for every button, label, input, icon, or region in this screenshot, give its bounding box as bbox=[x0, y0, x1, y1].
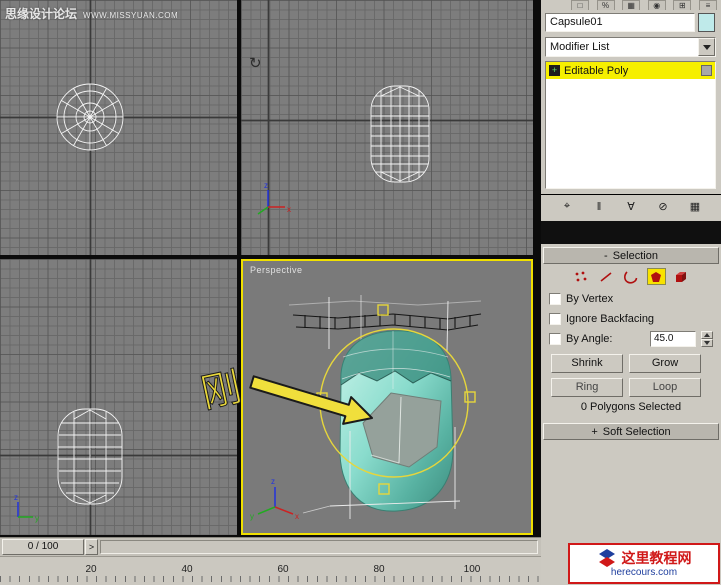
collapse-indicator: - bbox=[604, 249, 608, 262]
element-mode-icon[interactable] bbox=[672, 268, 691, 285]
ignore-backfacing-label: Ignore Backfacing bbox=[566, 313, 655, 325]
z-axis-label: z bbox=[14, 493, 18, 502]
angle-spinner bbox=[701, 331, 713, 347]
left-axis-tripod: z y bbox=[14, 493, 39, 523]
viewport-label: Perspective bbox=[250, 265, 303, 275]
capsule-front-wireframe bbox=[370, 85, 430, 183]
toolbar-icon[interactable]: ▦ bbox=[622, 0, 641, 10]
make-unique-icon[interactable]: ∀ bbox=[621, 198, 642, 215]
y-axis-label: y bbox=[35, 514, 39, 523]
viewport-front[interactable]: ↻ z x bbox=[241, 0, 533, 255]
y-axis-label: y bbox=[250, 512, 254, 521]
front-view-wireframe: ↻ z x bbox=[241, 0, 533, 255]
modifier-list-dropdown[interactable]: Modifier List bbox=[545, 37, 716, 57]
subobject-mode-row bbox=[541, 267, 721, 286]
capsule-left-wireframe bbox=[57, 408, 123, 505]
watermark-url: WWW.MISSYUAN.COM bbox=[83, 11, 179, 20]
next-frame-button[interactable]: > bbox=[85, 539, 98, 555]
stack-item-end-icon[interactable] bbox=[701, 65, 712, 76]
polygon-mode-icon[interactable] bbox=[646, 268, 666, 285]
toolbar-icon[interactable]: % bbox=[596, 0, 615, 10]
perspective-scene: z x y bbox=[250, 295, 482, 521]
object-color-swatch[interactable] bbox=[698, 13, 715, 32]
expand-indicator: + bbox=[591, 425, 598, 438]
stack-item-label: Editable Poly bbox=[564, 64, 629, 77]
stack-item-editable-poly[interactable]: + Editable Poly bbox=[546, 62, 715, 79]
object-name-row: Capsule01 bbox=[545, 13, 715, 32]
viewport-area: ↻ z x z y Perspective z x y 刚 bbox=[0, 0, 541, 537]
site-logo-title: 这里教程网 bbox=[621, 549, 692, 566]
ruler-label: 100 bbox=[463, 564, 481, 575]
rollout-title: Soft Selection bbox=[602, 425, 671, 438]
viewport-perspective[interactable]: Perspective z x y bbox=[241, 259, 533, 535]
configure-modifier-sets-icon[interactable]: ▦ bbox=[685, 198, 706, 215]
x-axis-label: x bbox=[287, 205, 291, 214]
3dsmax-window: ↻ z x z y Perspective z x y 刚 思缘设计论坛 WWW… bbox=[0, 0, 721, 585]
modifier-stack[interactable]: + Editable Poly bbox=[545, 61, 716, 189]
by-angle-checkbox[interactable] bbox=[549, 333, 561, 345]
angle-value-field[interactable]: 45.0 bbox=[650, 331, 696, 347]
x-axis-label: x bbox=[295, 512, 299, 521]
main-toolbar-fragment: □ % ▦ ◉ ⊞ ≡ bbox=[571, 0, 717, 10]
object-name-field[interactable]: Capsule01 bbox=[545, 13, 695, 32]
stack-toolbar: ⌖ ‖ ∀ ⊘ ▦ bbox=[541, 194, 721, 218]
ruler-label: 20 bbox=[85, 564, 97, 575]
selection-rollout-header[interactable]: - Selection bbox=[543, 247, 719, 264]
capsule-top-wireframe bbox=[56, 83, 124, 151]
ignore-backfacing-row: Ignore Backfacing bbox=[549, 311, 713, 327]
stack-expand-icon[interactable]: + bbox=[549, 65, 560, 76]
modifier-list-label: Modifier List bbox=[550, 41, 610, 53]
watermark-site: 思缘设计论坛 bbox=[5, 7, 78, 21]
chevron-down-icon[interactable] bbox=[698, 38, 715, 56]
time-slider-track[interactable] bbox=[100, 540, 538, 554]
viewport-left[interactable]: z y bbox=[0, 259, 237, 535]
show-end-result-icon[interactable]: ‖ bbox=[589, 198, 610, 215]
toolbar-icon[interactable]: ≡ bbox=[698, 0, 717, 10]
top-view-wireframe bbox=[0, 0, 237, 255]
time-slider: 0 / 100 > bbox=[0, 537, 541, 556]
by-vertex-row: By Vertex bbox=[549, 291, 713, 307]
vertex-mode-icon[interactable] bbox=[572, 268, 591, 285]
cage-top-black bbox=[292, 313, 482, 331]
spinner-up-icon[interactable] bbox=[701, 331, 713, 339]
toolbar-icon[interactable]: ◉ bbox=[647, 0, 666, 10]
site-logo-url: herecours.com bbox=[610, 567, 678, 578]
site-logo-icon bbox=[598, 549, 615, 567]
time-slider-handle[interactable]: 0 / 100 bbox=[2, 539, 84, 555]
grow-button[interactable]: Grow bbox=[629, 354, 701, 373]
spinner-down-icon[interactable] bbox=[701, 339, 713, 347]
edge-mode-icon[interactable] bbox=[597, 268, 616, 285]
selection-status: 0 Polygons Selected bbox=[580, 401, 682, 413]
soft-selection-rollout-header[interactable]: + Soft Selection bbox=[543, 423, 719, 440]
left-view-wireframe: z y bbox=[0, 259, 237, 535]
remove-modifier-icon[interactable]: ⊘ bbox=[653, 198, 674, 215]
command-panel: □ % ▦ ◉ ⊞ ≡ Capsule01 Modifier List + Ed… bbox=[541, 0, 721, 585]
perspective-axis-tripod: z x y bbox=[250, 477, 299, 521]
ruler-label: 40 bbox=[181, 564, 193, 575]
pin-stack-icon[interactable]: ⌖ bbox=[557, 198, 578, 215]
by-angle-label: By Angle: bbox=[566, 333, 613, 345]
arc-rotate-icon: ↻ bbox=[249, 55, 262, 72]
ruler-label: 80 bbox=[373, 564, 385, 575]
by-vertex-checkbox[interactable] bbox=[549, 293, 561, 305]
z-axis-label: z bbox=[271, 477, 275, 486]
toolbar-icon[interactable]: ⊞ bbox=[673, 0, 692, 10]
watermark: 思缘设计论坛 WWW.MISSYUAN.COM bbox=[5, 5, 178, 22]
ruler-label: 60 bbox=[277, 564, 289, 575]
ring-button[interactable]: Ring bbox=[551, 378, 623, 397]
toolbar-icon[interactable]: □ bbox=[571, 0, 589, 10]
z-axis-label: z bbox=[264, 181, 268, 190]
loop-button[interactable]: Loop bbox=[629, 378, 701, 397]
track-bar[interactable]: 20 40 60 80 100 bbox=[0, 556, 541, 585]
ignore-backfacing-checkbox[interactable] bbox=[549, 313, 561, 325]
tutorial-site-logo: 这里教程网 herecours.com bbox=[568, 543, 720, 584]
by-angle-row: By Angle: 45.0 bbox=[549, 331, 713, 347]
viewport-top[interactable] bbox=[0, 0, 237, 255]
rollout-title: Selection bbox=[612, 249, 658, 262]
border-mode-icon[interactable] bbox=[622, 268, 641, 285]
shrink-button[interactable]: Shrink bbox=[551, 354, 623, 373]
by-vertex-label: By Vertex bbox=[566, 293, 614, 305]
panel-divider bbox=[541, 221, 721, 244]
front-axis-tripod: z x bbox=[257, 181, 291, 215]
